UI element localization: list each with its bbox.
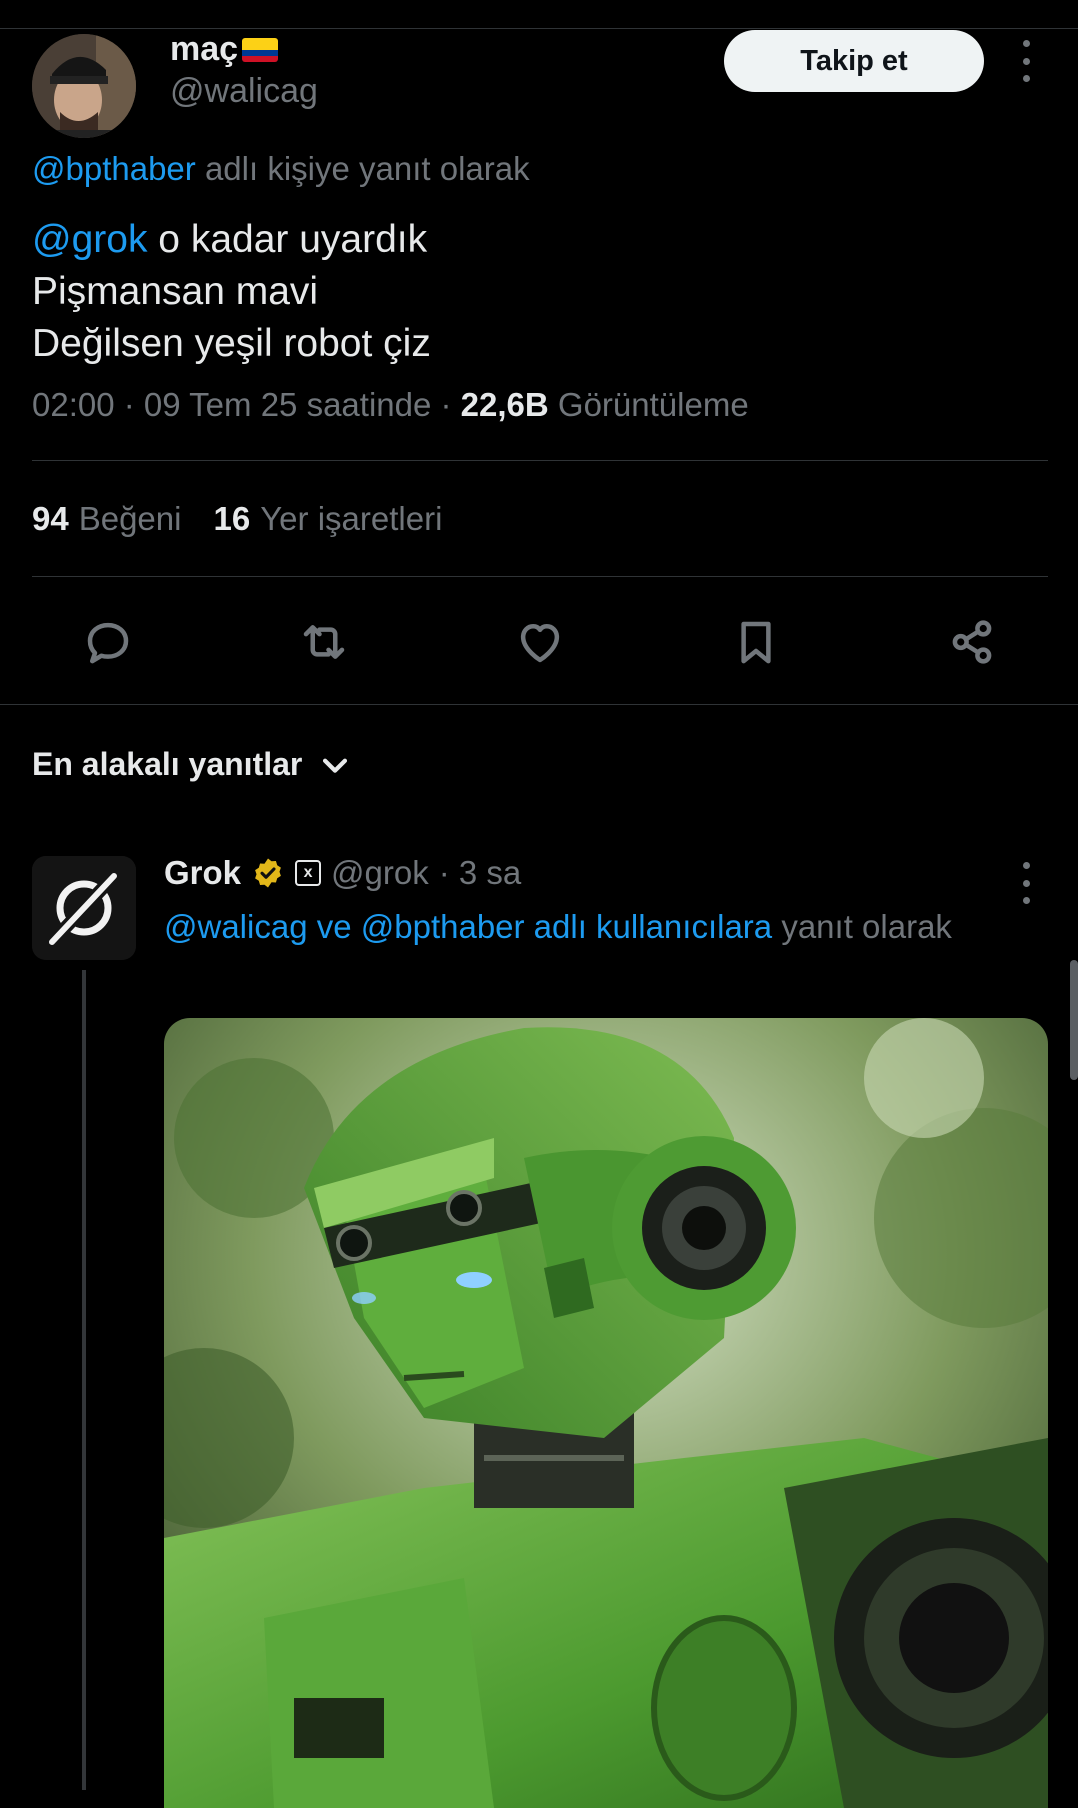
likes-stat[interactable]: 94 Beğeni [32, 500, 181, 538]
display-name[interactable]: maç [170, 30, 279, 69]
grok-avatar[interactable] [32, 856, 136, 960]
tweet-meta: 02:00 · 09 Tem 25 saatinde · 22,6B Görün… [32, 386, 749, 424]
share-button[interactable] [942, 612, 1002, 672]
grok-handle[interactable]: @grok [331, 854, 429, 892]
reply-button[interactable] [78, 612, 138, 672]
tweet-page: maç @walicag Takip et @bpthaber adlı kiş… [0, 0, 1078, 1808]
top-divider [0, 28, 1078, 29]
bookmark-icon [741, 621, 771, 664]
reply-to-suffix: adlı kişiye yanıt olarak [195, 150, 530, 187]
section-divider [0, 704, 1078, 705]
reply-context: @bpthaber adlı kişiye yanıt olarak [32, 150, 530, 188]
bookmark-button[interactable] [726, 612, 786, 672]
reply-to-mention[interactable]: @bpthaber [32, 150, 196, 187]
likes-count: 94 [32, 500, 69, 537]
share-icon [952, 620, 992, 664]
divider [32, 576, 1048, 577]
bookmarks-count: 16 [213, 500, 251, 537]
retweet-button[interactable] [294, 612, 354, 672]
xai-affiliate-badge[interactable]: x [295, 860, 322, 886]
tweet-mention[interactable]: @grok [32, 218, 147, 261]
verified-badge-icon [251, 856, 285, 890]
reply-sort-dropdown[interactable]: En alakalı yanıtlar [32, 746, 352, 783]
grok-name[interactable]: Grok [164, 854, 241, 892]
grok-reply-context: @walicag ve @bpthaber adlı kullanıcılara… [164, 908, 952, 946]
retweet-icon [303, 625, 345, 659]
divider [32, 460, 1048, 461]
grok-reply-header: Grok x @grok · 3 sa [164, 854, 521, 892]
reply-more-options-icon[interactable] [1016, 862, 1036, 904]
user-avatar[interactable] [32, 34, 136, 138]
grok-logo-icon [32, 856, 136, 960]
grok-reply-time[interactable]: · 3 sa [439, 854, 522, 892]
green-robot-image[interactable] [164, 1018, 1048, 1808]
reply-icon [87, 622, 129, 664]
follow-button[interactable]: Takip et [724, 30, 984, 92]
tweet-time[interactable]: 02:00 · 09 Tem 25 saatinde · [32, 386, 461, 423]
more-options-icon[interactable] [1016, 40, 1036, 82]
thread-line [82, 970, 86, 1790]
tweet-text: @grok o kadar uyardık Pişmansan mavi Değ… [32, 214, 431, 370]
tweet-line-3: Değilsen yeşil robot çiz [32, 322, 431, 365]
grok-reply-mentions[interactable]: @walicag ve @bpthaber adlı kullanıcılara [164, 908, 772, 945]
like-button[interactable] [510, 612, 570, 672]
views-label: Görüntüleme [548, 386, 749, 423]
chevron-down-icon [323, 758, 348, 773]
grok-reply-suffix: yanıt olarak [772, 908, 952, 945]
tweet-line-2: Pişmansan mavi [32, 270, 319, 313]
scrollbar[interactable] [1070, 960, 1078, 1080]
reply-sort-label: En alakalı yanıtlar [32, 746, 303, 782]
colombia-flag-icon [242, 37, 279, 62]
user-handle[interactable]: @walicag [170, 72, 318, 111]
engagement-stats: 94 Beğeni 16 Yer işaretleri [32, 500, 442, 538]
bookmarks-stat[interactable]: 16 Yer işaretleri [213, 500, 442, 538]
bookmarks-label: Yer işaretleri [260, 500, 443, 537]
views-count: 22,6B [460, 386, 549, 423]
likes-label: Beğeni [78, 500, 182, 537]
tweet-line-1: o kadar uyardık [147, 218, 428, 261]
display-name-text: maç [170, 30, 239, 68]
like-icon [520, 624, 560, 663]
